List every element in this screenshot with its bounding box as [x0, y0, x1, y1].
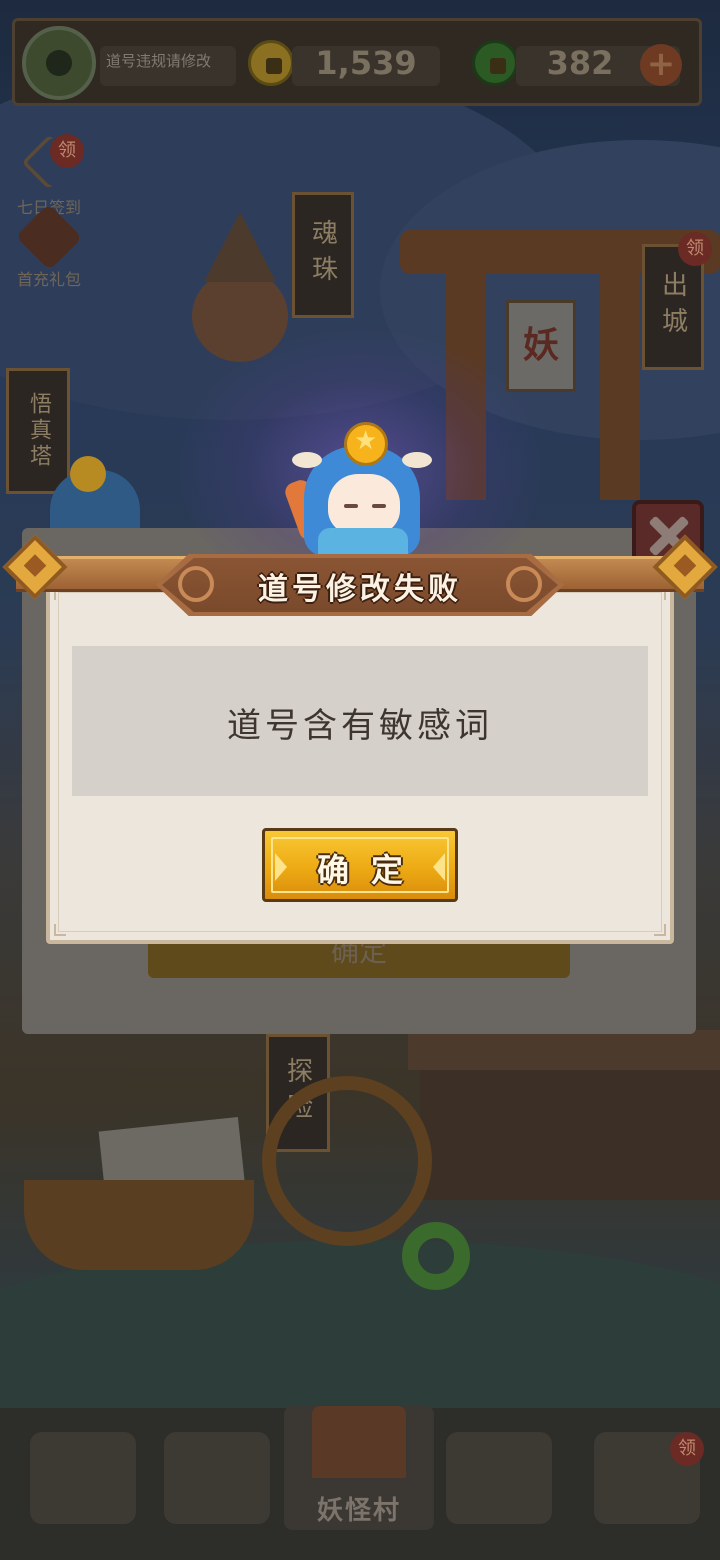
- character-eye: [372, 504, 386, 508]
- first-charge-gift[interactable]: 首充礼包: [10, 203, 88, 290]
- nav-item-4[interactable]: [446, 1432, 552, 1524]
- plus-icon[interactable]: +: [640, 44, 682, 86]
- name-hint-text: 道号违规请修改: [106, 52, 212, 70]
- jade-ring-marker: [402, 1222, 470, 1290]
- dialog-message: 道号含有敏感词: [227, 706, 493, 746]
- dialog-title: 道号修改失败: [258, 572, 462, 607]
- gold-amount: 1,539: [315, 44, 417, 82]
- boat: [24, 1180, 254, 1270]
- star-orb-icon: [344, 422, 388, 466]
- gift-label: 首充礼包: [16, 270, 81, 289]
- character-horn: [402, 452, 432, 468]
- village-gate-icon: [312, 1406, 406, 1478]
- jade-amount: 382: [546, 44, 614, 82]
- yao-sign: 妖: [506, 300, 576, 392]
- avatar-icon[interactable]: [22, 26, 96, 100]
- gift-icon: [15, 203, 83, 271]
- torii-pillar: [600, 260, 640, 500]
- sleeping-girl-mascot: [282, 420, 432, 562]
- exit-city-badge: 领: [678, 232, 712, 266]
- nav-badge: 领: [670, 1432, 704, 1466]
- confirm-button[interactable]: 确定: [262, 828, 458, 902]
- nav-label-yokai-village: 妖怪村: [316, 1496, 401, 1526]
- corner-ornament: [54, 924, 66, 936]
- village-roof: [408, 1030, 720, 1070]
- checkin-badge: 领: [50, 134, 84, 168]
- gold-coin-icon: [248, 40, 294, 86]
- soul-orb-sign[interactable]: 魂珠: [292, 192, 354, 318]
- nav-item-1[interactable]: [30, 1432, 136, 1524]
- confirm-label: 确定: [316, 851, 425, 889]
- nav-item-2[interactable]: [164, 1432, 270, 1524]
- jade-coin-icon: [472, 40, 518, 86]
- corner-ornament: [654, 924, 666, 936]
- character-eye: [344, 504, 358, 508]
- character-horn: [292, 452, 322, 468]
- water-wheel: [262, 1076, 432, 1246]
- character-face: [328, 474, 400, 534]
